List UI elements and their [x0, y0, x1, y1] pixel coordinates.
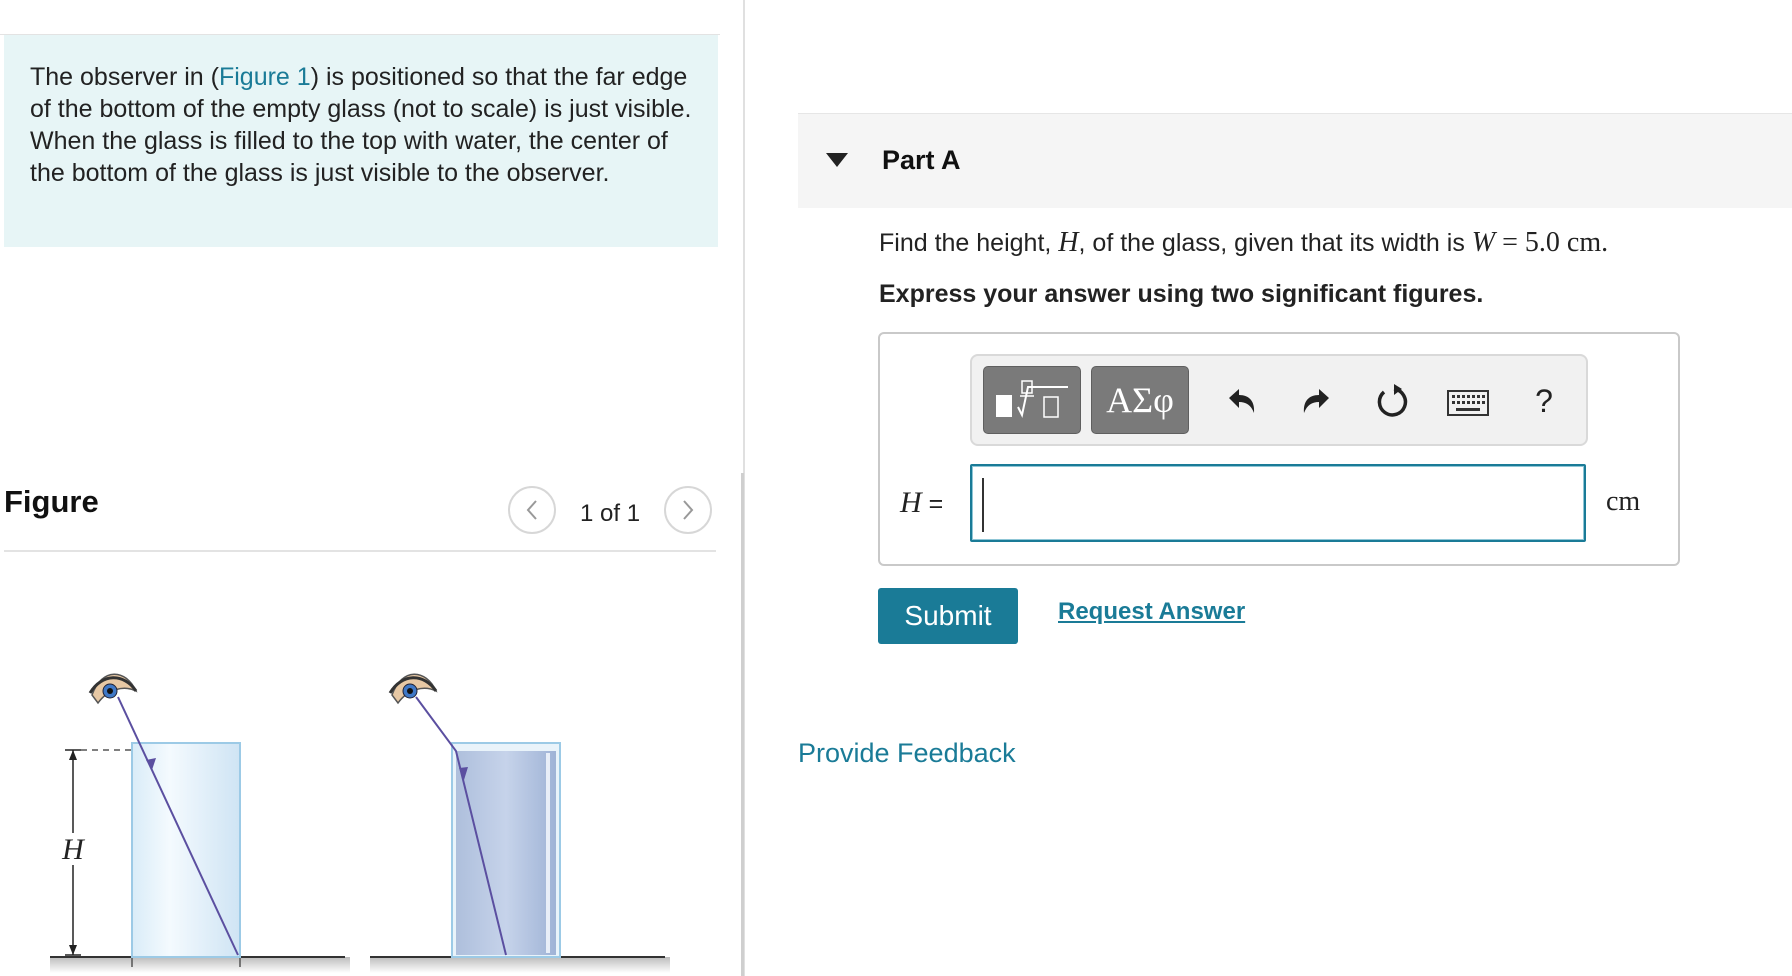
templates-sqrt-icon	[996, 380, 1068, 418]
figure-divider	[4, 550, 716, 552]
answer-variable: H	[900, 486, 922, 519]
question-var: H	[1058, 227, 1079, 258]
figure-prev-button[interactable]	[508, 486, 556, 534]
instruction: Express your answer using two significan…	[879, 280, 1484, 308]
submit-button[interactable]: Submit	[878, 588, 1018, 644]
templates-button[interactable]	[983, 366, 1081, 434]
question-prefix: Find the height,	[879, 229, 1059, 257]
column-divider-lower	[741, 473, 744, 976]
width-value: = 5.0 cm.	[1495, 227, 1609, 258]
chevron-left-icon	[526, 500, 537, 520]
water-glass-scene	[370, 673, 670, 973]
request-answer-link[interactable]: Request Answer	[1058, 598, 1245, 626]
keyboard-button[interactable]	[1446, 388, 1490, 418]
part-title: Part A	[882, 145, 961, 175]
glass-refraction-figure: H	[50, 673, 670, 973]
question-mid: , of the glass, given that its width is	[1078, 229, 1472, 257]
eye-icon	[88, 673, 138, 705]
answer-variable-label: H =	[900, 486, 943, 520]
figure-next-button[interactable]	[664, 486, 712, 534]
height-label: H	[61, 833, 86, 866]
reset-button[interactable]	[1372, 382, 1412, 422]
keyboard-icon	[1447, 390, 1489, 416]
eye-icon	[388, 673, 438, 705]
help-button[interactable]: ?	[1526, 380, 1562, 422]
collapse-caret-icon[interactable]	[826, 153, 848, 167]
redo-icon	[1303, 389, 1329, 413]
text-cursor	[982, 478, 984, 532]
question-text: Find the height, H, of the glass, given …	[879, 227, 1608, 259]
reset-icon	[1377, 384, 1408, 417]
width-var: W	[1471, 227, 1496, 258]
figure-counter: 1 of 1	[580, 500, 641, 527]
answer-unit: cm	[1606, 486, 1641, 517]
answer-input[interactable]	[970, 464, 1586, 542]
undo-button[interactable]	[1222, 382, 1260, 420]
symbols-button[interactable]: ΑΣφ	[1091, 366, 1189, 434]
redo-button[interactable]	[1298, 382, 1336, 420]
empty-glass-scene: H	[50, 673, 350, 973]
figure-title: Figure	[4, 484, 99, 519]
undo-icon	[1229, 389, 1255, 413]
problem-intro: The observer in (Figure 1) is positioned…	[4, 35, 718, 247]
intro-text-before: The observer in (	[30, 63, 219, 91]
figure-link[interactable]: Figure 1	[219, 63, 311, 91]
answer-equals: =	[921, 490, 944, 518]
chevron-right-icon	[683, 500, 694, 520]
provide-feedback-link[interactable]: Provide Feedback	[798, 738, 1016, 769]
